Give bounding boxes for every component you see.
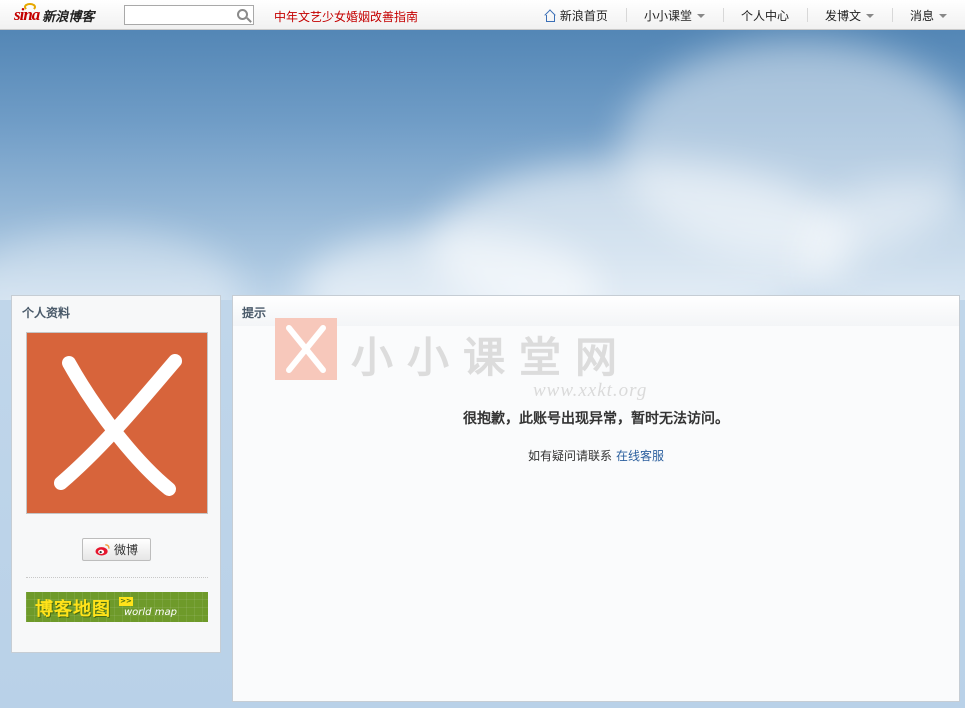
watermark-title: 小小课堂网 <box>351 333 632 382</box>
notice-panel-title: 提示 <box>242 306 267 320</box>
contact-prefix: 如有疑问请联系 <box>527 449 612 463</box>
nav-messages[interactable]: 消息 <box>891 7 965 23</box>
nav-label: 发博文 <box>824 8 861 23</box>
nav-label: 小小课堂 <box>643 8 692 23</box>
blog-map-banner[interactable]: 博客地图 >> world map <box>26 592 208 622</box>
chevron-down-icon <box>865 14 874 18</box>
nav-sina-home[interactable]: 新浪首页 <box>526 7 626 23</box>
logo-eye-icon <box>24 3 36 11</box>
watermark-logo-icon <box>275 318 337 380</box>
sina-blog-logo[interactable]: sina 新浪博客 <box>14 3 95 25</box>
profile-panel: 个人资料 微博 博客地图 >> world map <box>11 295 221 653</box>
chevron-down-icon <box>939 14 947 18</box>
error-message: 很抱歉，此账号出现异常，暂时无法访问。 <box>463 411 729 427</box>
main-nav: 新浪首页 小小课堂 个人中心 发博文 消息 <box>526 0 965 30</box>
contact-line: 如有疑问请联系 在线客服 <box>233 447 959 464</box>
search-box <box>124 5 254 25</box>
weibo-icon <box>95 544 110 556</box>
nav-label: 个人中心 <box>740 8 789 23</box>
weibo-button-label: 微博 <box>113 543 138 557</box>
blog-map-title: 博客地图 <box>35 599 111 620</box>
nav-xiaoxiao-ketang[interactable]: 小小课堂 <box>625 7 723 23</box>
nav-personal-center[interactable]: 个人中心 <box>722 7 807 23</box>
watermark-url: www.xxkt.org <box>533 380 648 401</box>
search-icon[interactable] <box>237 9 248 20</box>
site-watermark: 小小课堂网 www.xxkt.org <box>275 318 675 408</box>
headline-link[interactable]: 中年文艺少女婚姻改善指南 <box>274 8 418 25</box>
avatar[interactable] <box>26 332 208 514</box>
nav-label: 消息 <box>909 8 934 23</box>
home-icon <box>544 10 555 22</box>
nav-label: 新浪首页 <box>559 8 608 23</box>
notice-panel: 提示 小小课堂网 www.xxkt.org 很抱歉，此账号出现异常，暂时无法访问… <box>232 295 960 702</box>
nav-post-blog[interactable]: 发博文 <box>806 7 892 23</box>
online-support-link[interactable]: 在线客服 <box>616 449 664 463</box>
x-logo-icon <box>54 354 182 496</box>
blog-map-subtitle: world map <box>124 607 177 618</box>
search-input[interactable] <box>125 6 233 24</box>
weibo-button[interactable]: 微博 <box>82 538 151 561</box>
blog-map-arrow: >> <box>119 597 133 606</box>
header-banner <box>0 30 965 300</box>
logo-text: 新浪博客 <box>42 9 95 25</box>
profile-panel-title: 个人资料 <box>22 306 71 320</box>
chevron-down-icon <box>696 14 705 18</box>
divider <box>26 577 208 578</box>
top-navigation-bar: sina 新浪博客 中年文艺少女婚姻改善指南 新浪首页 小小课堂 个人中心 发博… <box>0 0 965 30</box>
